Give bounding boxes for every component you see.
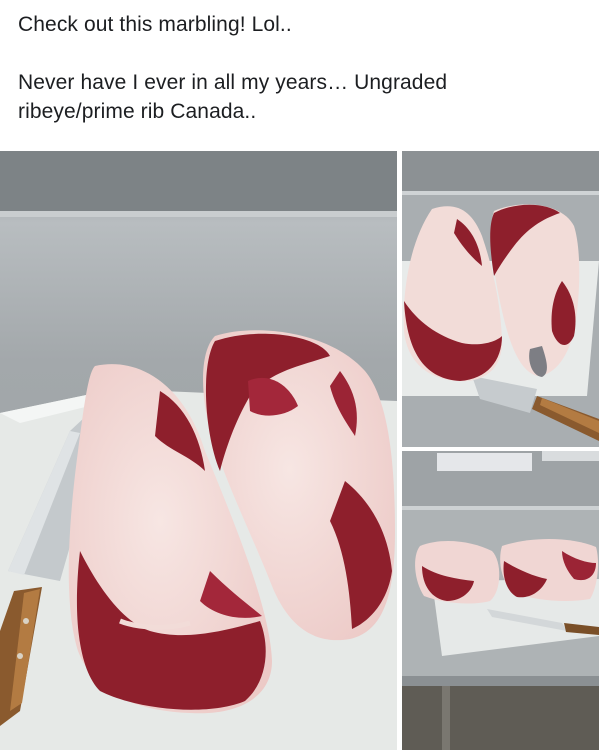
caption-line-2: Never have I ever in all my years… Ungra…	[18, 71, 448, 94]
caption-line-1: Check out this marbling! Lol..	[18, 13, 292, 36]
photo-top-right[interactable]	[402, 151, 599, 447]
ribeye-wide-image	[402, 451, 599, 750]
facebook-post: Check out this marbling! Lol.. Never hav…	[0, 0, 599, 750]
ribeye-closeup-image	[0, 151, 397, 750]
caption-line-3: ribeye/prime rib Canada..	[18, 100, 257, 123]
post-caption: Check out this marbling! Lol.. Never hav…	[18, 10, 588, 126]
photo-bottom-right[interactable]	[402, 451, 599, 750]
ribeye-angled-image	[402, 151, 599, 447]
photo-main[interactable]	[0, 151, 397, 750]
